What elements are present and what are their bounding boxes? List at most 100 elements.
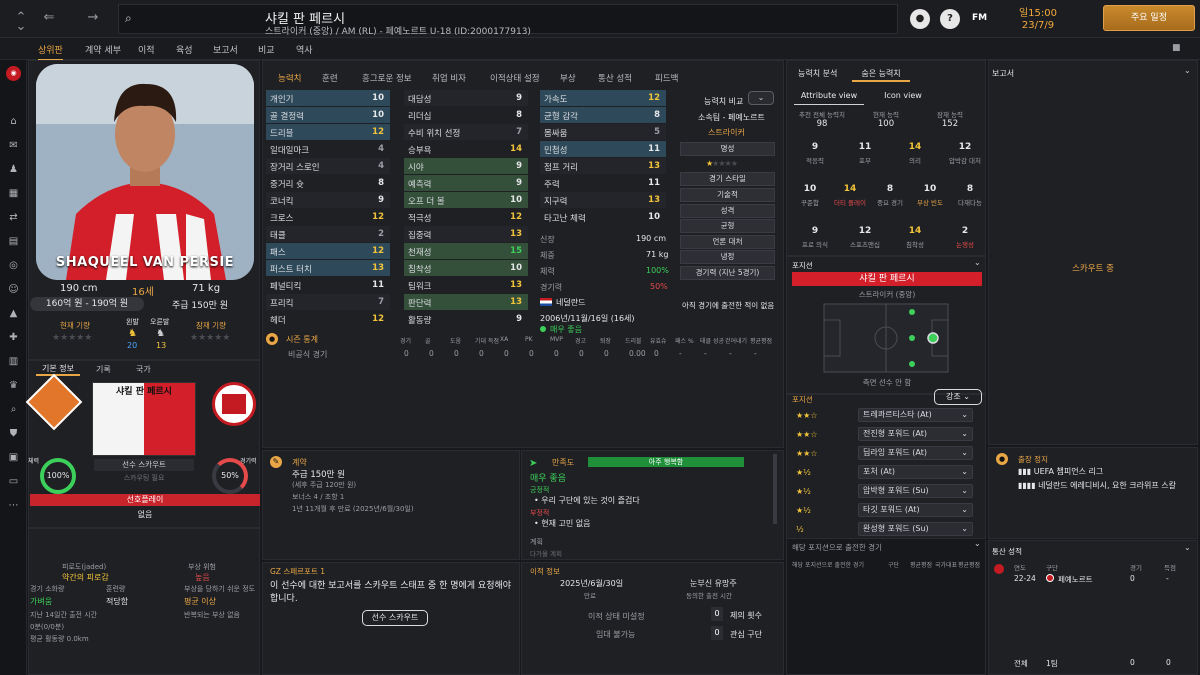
menu-history[interactable]: 역사: [296, 43, 313, 56]
attribute-row[interactable]: 퍼스트 터치 13: [266, 260, 390, 276]
chevron-down-icon[interactable]: ⌄: [12, 18, 30, 36]
roles-title[interactable]: 포지션: [792, 394, 813, 405]
transfer-info-title[interactable]: 이적 정보: [530, 566, 560, 577]
menu-transfer[interactable]: 이적: [138, 43, 155, 56]
attribute-row[interactable]: 점프 거리 13: [540, 158, 666, 174]
scouting-icon[interactable]: ⌕: [6, 402, 21, 417]
emphasis-dropdown[interactable]: 강조 ⌄: [934, 389, 982, 405]
reputation-button[interactable]: 명성: [680, 142, 775, 156]
attribute-row[interactable]: 수비 위치 선정 7: [404, 124, 528, 140]
tactics-icon[interactable]: ▦: [6, 186, 21, 201]
role-dropdown[interactable]: 트레콰르티스타 (At) ⌄: [858, 408, 973, 422]
globe-icon[interactable]: ●: [910, 9, 930, 29]
attribute-row[interactable]: 타고난 체력 10: [540, 209, 666, 225]
tab-nation[interactable]: 국가: [136, 364, 151, 375]
position-chevron-icon[interactable]: ⌄: [974, 258, 981, 267]
attribute-row[interactable]: 활동량 9: [404, 311, 528, 327]
attribute-row[interactable]: 프리킥 7: [266, 294, 390, 310]
compare-dropdown[interactable]: ⌄: [748, 91, 774, 105]
attribute-row[interactable]: 균형 감각 8: [540, 107, 666, 123]
attribute-row[interactable]: 대담성 9: [404, 90, 528, 106]
suspension-title[interactable]: 출장 정지: [1018, 454, 1048, 465]
attribute-row[interactable]: 민첩성 11: [540, 141, 666, 157]
attribute-row[interactable]: 골 결정력 10: [266, 107, 390, 123]
tab-basic-info[interactable]: 기본 정보: [36, 363, 80, 376]
last5-button[interactable]: 경기력 (지난 5경기): [680, 266, 775, 280]
attribute-row[interactable]: 시야 9: [404, 158, 528, 174]
menu-overview[interactable]: 상위판: [38, 43, 63, 61]
attribute-row[interactable]: 집중력 13: [404, 226, 528, 242]
menu-reports[interactable]: 보고서: [213, 43, 238, 56]
attribute-row[interactable]: 예측력 9: [404, 175, 528, 191]
search-icon[interactable]: ⌕: [125, 11, 132, 26]
attribute-row[interactable]: 판단력 13: [404, 294, 528, 310]
club-logo-icon[interactable]: ◉: [6, 66, 21, 81]
back-arrow-icon[interactable]: ⇐: [40, 9, 58, 27]
composure-button[interactable]: 냉정: [680, 250, 775, 264]
attribute-row[interactable]: 팀워크 13: [404, 277, 528, 293]
menu-contract[interactable]: 계약 세부: [85, 43, 121, 56]
attribute-row[interactable]: 장거리 스로인 4: [266, 158, 390, 174]
menu-compare[interactable]: 비교: [258, 43, 275, 56]
tab-attributes[interactable]: 능력치: [278, 72, 301, 84]
world-icon[interactable]: ◎: [6, 258, 21, 273]
training-icon[interactable]: ▲: [6, 306, 21, 321]
attribute-row[interactable]: 일대일마크 4: [266, 141, 390, 157]
schedule-icon[interactable]: ▥: [6, 354, 21, 369]
search-bar[interactable]: ⌕ 샤킬 판 페르시 스트라이커 (중앙) / AM (RL) - 페예노르트 …: [118, 4, 898, 37]
scout-report-title[interactable]: GZ 스페르포트 1: [270, 566, 325, 577]
attribute-row[interactable]: 코너킥 9: [266, 192, 390, 208]
tab-attribute-view[interactable]: Attribute view: [794, 91, 864, 105]
continue-button[interactable]: 주요 일정: [1103, 5, 1195, 31]
tab-hidden-attributes[interactable]: 숨은 능력치: [852, 64, 910, 82]
balance-button[interactable]: 균형: [680, 219, 775, 233]
tab-icon-view[interactable]: Icon view: [876, 91, 930, 100]
staff-icon[interactable]: ☺: [6, 282, 21, 297]
attribute-row[interactable]: 중거리 슛 8: [266, 175, 390, 191]
playing-style-button[interactable]: 경기 스타일: [680, 172, 775, 186]
role-dropdown[interactable]: 압박형 포워드 (Su) ⌄: [858, 484, 973, 498]
board-icon[interactable]: ▭: [6, 474, 21, 489]
career-chevron-icon[interactable]: ⌄: [1184, 543, 1191, 552]
scout-player-button[interactable]: 선수 스카우트: [362, 610, 428, 626]
lock-icon[interactable]: ■: [1172, 43, 1181, 53]
happiness-scrollbar[interactable]: [773, 454, 777, 524]
home-icon[interactable]: ⌂: [6, 114, 21, 129]
attribute-row[interactable]: 적극성 12: [404, 209, 528, 225]
technical-button[interactable]: 기술적: [680, 188, 775, 202]
tab-training[interactable]: 훈련: [322, 72, 338, 84]
season-stats-title[interactable]: 시즌 통계: [286, 334, 318, 345]
role-dropdown[interactable]: 딥라잉 포워드 (At) ⌄: [858, 446, 973, 460]
calendar-icon[interactable]: ▤: [6, 234, 21, 249]
role-dropdown[interactable]: 전진형 포워드 (At) ⌄: [858, 427, 973, 441]
attribute-row[interactable]: 천재성 15: [404, 243, 528, 259]
tab-work-permit[interactable]: 취업 비자: [432, 72, 466, 84]
more-icon[interactable]: ⋯: [6, 498, 21, 513]
trophy-icon[interactable]: ♛: [6, 378, 21, 393]
inbox-icon[interactable]: ✉: [6, 138, 21, 153]
transfer-icon[interactable]: ⇄: [6, 210, 21, 225]
attribute-row[interactable]: 승부욕 14: [404, 141, 528, 157]
career-club[interactable]: 페예노르트: [1058, 574, 1093, 585]
medical-icon[interactable]: ✚: [6, 330, 21, 345]
attribute-row[interactable]: 침착성 10: [404, 260, 528, 276]
attribute-row[interactable]: 가속도 12: [540, 90, 666, 106]
attribute-row[interactable]: 몸싸움 5: [540, 124, 666, 140]
attribute-row[interactable]: 헤더 12: [266, 311, 390, 327]
attribute-row[interactable]: 패스 12: [266, 243, 390, 259]
tab-records[interactable]: 기록: [96, 364, 111, 375]
tab-transfer-status[interactable]: 이적상태 설정: [490, 72, 540, 84]
attribute-row[interactable]: 리더십 8: [404, 107, 528, 123]
contract-title[interactable]: 계약: [292, 457, 307, 468]
menu-development[interactable]: 육성: [176, 43, 193, 56]
role-dropdown[interactable]: 완성형 포워드 (Su) ⌄: [858, 522, 973, 536]
role-dropdown[interactable]: 포처 (At) ⌄: [858, 465, 973, 479]
attribute-row[interactable]: 오프 더 볼 10: [404, 192, 528, 208]
fm-logo[interactable]: FM: [972, 13, 987, 23]
role-dropdown[interactable]: 타깃 포워드 (At) ⌄: [858, 503, 973, 517]
attribute-row[interactable]: 페널티킥 11: [266, 277, 390, 293]
attribute-row[interactable]: 드리블 12: [266, 124, 390, 140]
attribute-row[interactable]: 개인기 10: [266, 90, 390, 106]
tab-attribute-analysis[interactable]: 능력치 분석: [798, 68, 837, 79]
attribute-row[interactable]: 주력 11: [540, 175, 666, 191]
